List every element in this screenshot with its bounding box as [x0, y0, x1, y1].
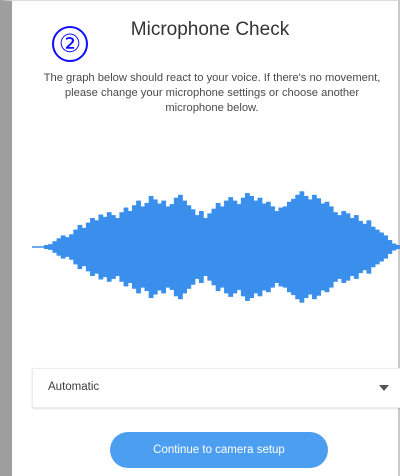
waveform-bar — [345, 213, 351, 281]
waveform-bar — [194, 215, 200, 279]
waveform-bar — [73, 229, 79, 265]
waveform-bar — [52, 241, 58, 253]
waveform-bar — [190, 209, 196, 285]
waveform-bar — [144, 202, 150, 292]
instructions-line-2: please change your microphone settings o… — [64, 87, 360, 99]
waveform-bar — [353, 215, 359, 279]
instructions-line-1: The graph below should react to your voi… — [43, 72, 381, 84]
waveform-bar — [157, 203, 162, 291]
dialog-frame: ② Microphone Check The graph below shoul… — [0, 0, 400, 476]
waveform-bar — [165, 206, 171, 288]
waveform-bar — [215, 202, 221, 292]
waveform-bar — [282, 206, 288, 288]
waveform-bar — [324, 201, 330, 293]
waveform-bar — [341, 211, 347, 283]
waveform-bar — [94, 220, 100, 274]
waveform-bar — [152, 199, 158, 295]
waveform-bar — [358, 220, 363, 274]
waveform-bar — [286, 201, 292, 293]
waveform-bar — [207, 213, 213, 281]
waveform-bar — [228, 197, 234, 297]
microphone-select[interactable]: Automatic — [32, 368, 400, 408]
waveform-bar — [332, 212, 338, 282]
waveform-bar — [178, 194, 183, 300]
waveform-bar — [312, 194, 317, 300]
waveform-bar — [182, 200, 187, 294]
waveform-bar — [316, 198, 322, 296]
waveform-bar — [60, 235, 66, 259]
waveform-bar — [161, 200, 167, 294]
instructions-text: The graph below should react to your voi… — [34, 71, 390, 116]
waveform-bar — [391, 243, 397, 251]
waveform-bar — [81, 227, 87, 267]
chevron-down-icon[interactable] — [379, 385, 389, 391]
waveform-bar — [337, 215, 342, 279]
waveform-bar — [245, 193, 250, 301]
waveform-bar — [69, 234, 74, 260]
waveform-bar — [127, 211, 133, 283]
waveform-bar — [249, 195, 255, 299]
waveform-bar — [203, 218, 208, 276]
waveform-bar — [366, 220, 372, 274]
waveform-bar — [303, 195, 309, 299]
waveform-bar — [270, 206, 275, 288]
waveform-bar — [278, 207, 284, 287]
dialog-title: Microphone Check — [130, 19, 290, 40]
waveform-bar — [299, 191, 305, 303]
waveform-bar — [169, 204, 175, 290]
waveform-bar — [320, 203, 326, 291]
waveform-bar — [291, 198, 296, 296]
waveform-bar — [148, 195, 154, 299]
waveform-bar — [44, 245, 49, 249]
waveform-bar — [265, 201, 271, 293]
waveform-bar — [140, 206, 146, 288]
waveform-bar — [383, 235, 389, 259]
waveform-bar — [123, 207, 129, 287]
waveform-bar — [261, 203, 267, 291]
waveform-bar — [379, 232, 384, 262]
waveform-bar — [85, 222, 91, 272]
waveform-bar — [257, 197, 263, 297]
waveform-bar — [56, 238, 62, 256]
waveform-bar — [224, 200, 229, 294]
waveform-bar — [374, 229, 380, 265]
waveform-bar — [370, 226, 376, 268]
waveform-bar — [173, 197, 179, 297]
waveform-bar — [106, 212, 112, 282]
waveform-bar — [362, 223, 368, 271]
waveform-bar — [136, 200, 141, 294]
waveform-bar — [211, 208, 217, 286]
microphone-select-value: Automatic — [48, 381, 100, 393]
waveform-bar — [77, 224, 83, 270]
waveform-bar — [349, 218, 355, 276]
waveform-bar — [90, 218, 95, 276]
waveform-bar — [240, 197, 246, 297]
waveform-bar — [274, 211, 280, 283]
waveform-bar — [395, 245, 400, 249]
waveform-bar — [232, 200, 238, 294]
waveform-bar — [328, 206, 334, 288]
continue-to-camera-setup-button[interactable]: Continue to camera setup — [110, 432, 328, 468]
waveform-bar — [48, 244, 53, 250]
waveform-bar — [115, 218, 120, 276]
waveform-bar — [111, 215, 116, 279]
waveform-bar — [236, 204, 242, 290]
waveform-bar — [131, 205, 137, 289]
waveform-bar — [253, 200, 259, 294]
waveform-bar — [102, 216, 108, 278]
waveform-bar — [219, 206, 225, 288]
waveform-bar — [98, 214, 104, 280]
instructions-line-3: microphone below. — [165, 102, 259, 114]
waveform-bar — [186, 205, 192, 289]
waveform-bar — [119, 212, 125, 282]
waveform-bar — [198, 211, 204, 283]
waveform-bar — [307, 199, 313, 295]
audio-waveform — [32, 191, 400, 303]
waveform-bar — [295, 194, 301, 300]
waveform-bar — [64, 237, 70, 257]
waveform-bar — [387, 240, 393, 254]
